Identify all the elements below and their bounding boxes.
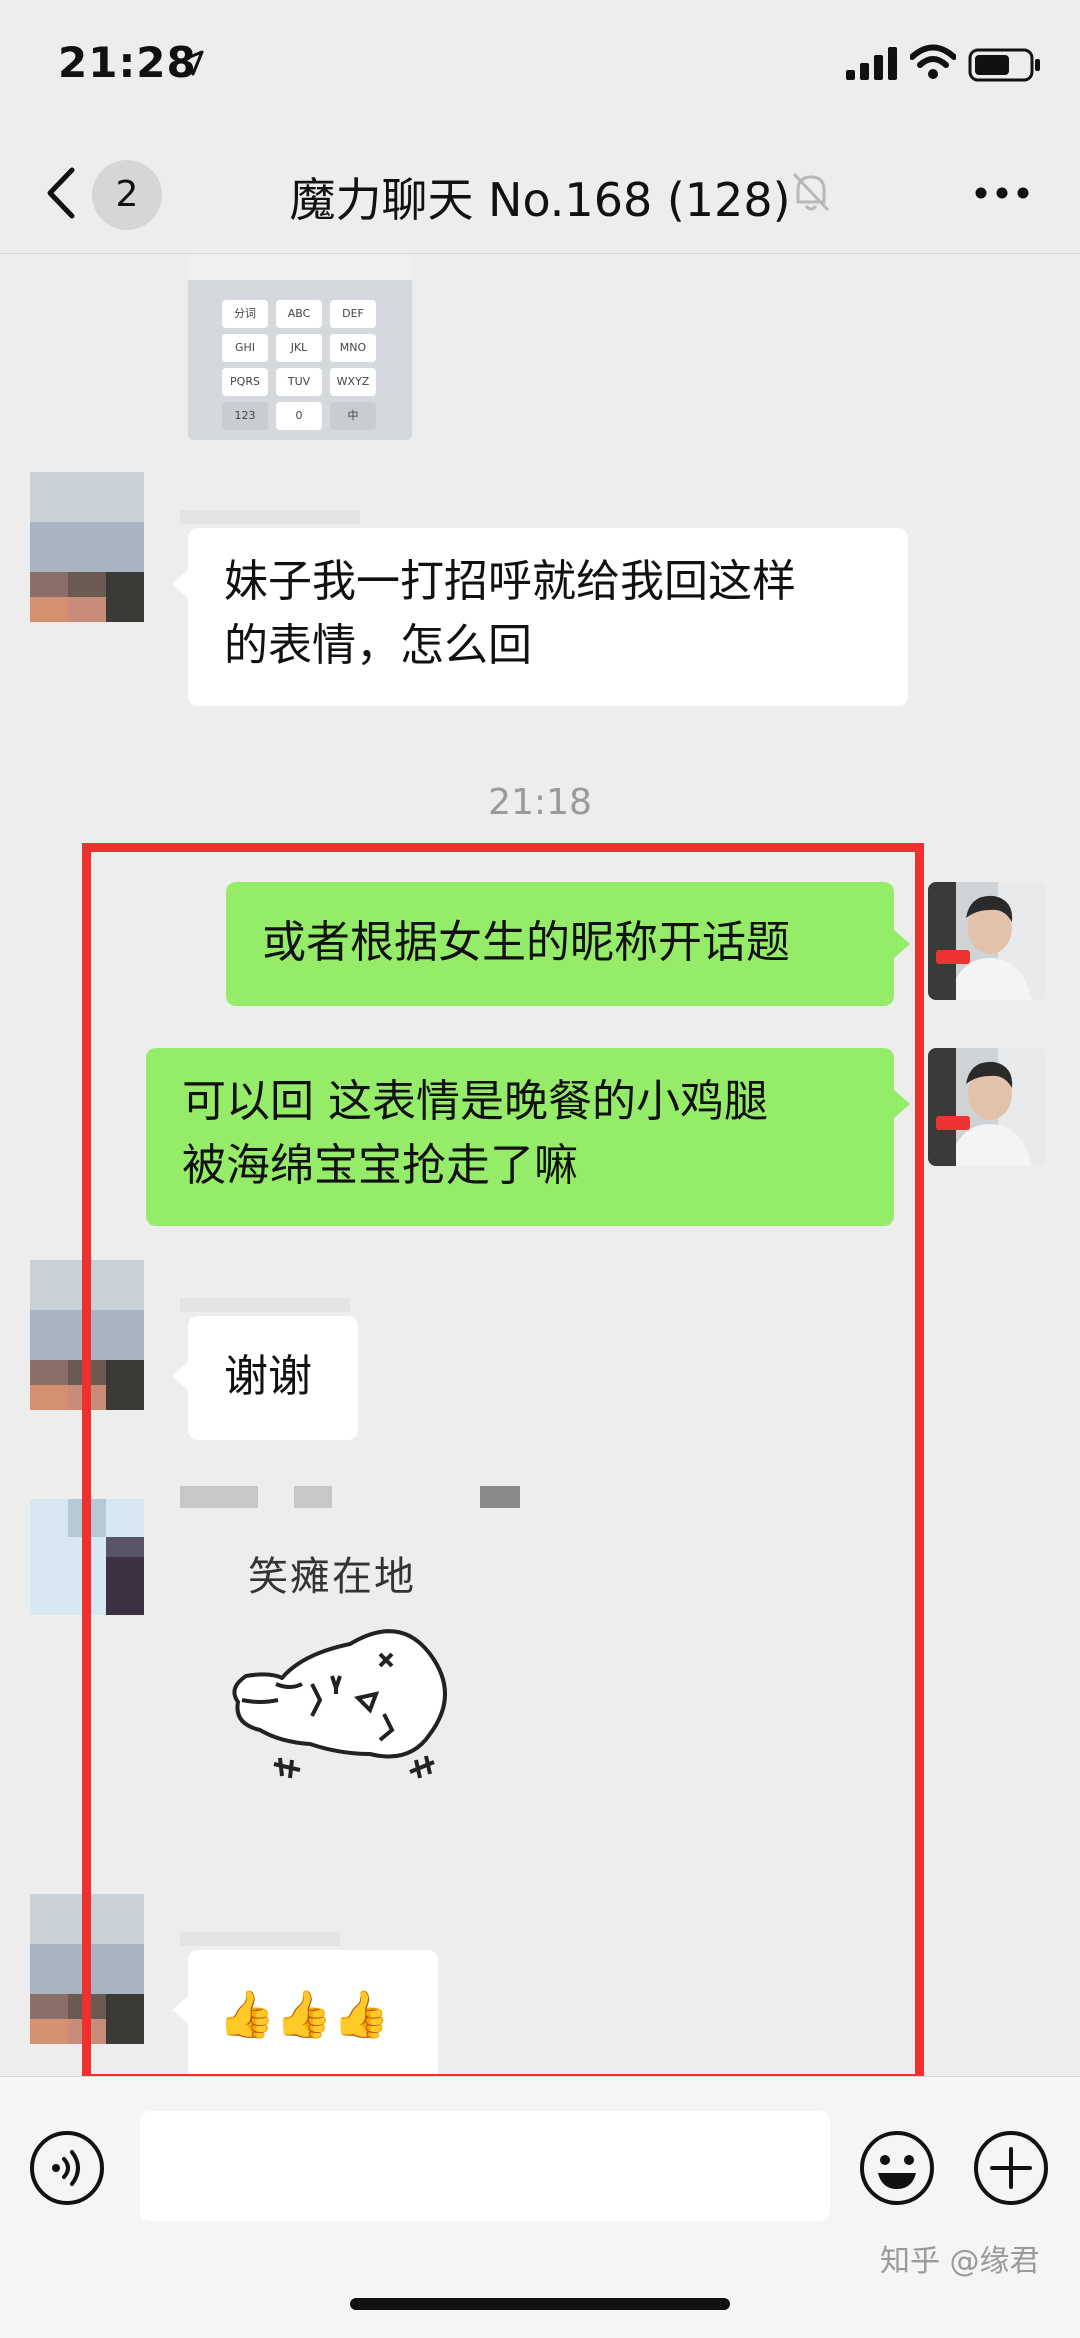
- keyboard-key: JKL: [276, 334, 322, 362]
- highlight-annotation-box: [82, 843, 924, 2083]
- location-arrow-icon: [178, 50, 204, 76]
- message-text: 的表情，怎么回: [224, 620, 532, 671]
- keyboard-key: GHI: [222, 334, 268, 362]
- keyboard-key: DEF: [330, 300, 376, 328]
- more-options-icon[interactable]: [974, 186, 1030, 200]
- my-avatar[interactable]: [928, 1048, 1046, 1166]
- message-bubble[interactable]: 妹子我一打招呼就给我回这样 的表情，怎么回: [188, 528, 908, 706]
- keyboard-key: TUV: [276, 368, 322, 396]
- keyboard-key: ABC: [276, 300, 322, 328]
- cellular-signal-icon: [846, 47, 897, 80]
- status-bar: 21:28: [0, 0, 1080, 130]
- keyboard-key: 0: [276, 402, 322, 430]
- wifi-icon: [910, 44, 956, 79]
- keyboard-key: MNO: [330, 334, 376, 362]
- keyboard-key: 中: [330, 402, 376, 430]
- keyboard-key: PQRS: [222, 368, 268, 396]
- watermark: 知乎 @缘君: [880, 2244, 1040, 2279]
- bubble-tail: [172, 570, 188, 598]
- status-time: 21:28: [58, 38, 197, 87]
- message-text: 妹子我一打招呼就给我回这样: [224, 556, 796, 607]
- avatar[interactable]: [30, 472, 144, 622]
- emoji-icon[interactable]: [858, 2129, 936, 2207]
- chat-title: 魔力聊天 No.168 (128): [289, 173, 791, 227]
- battery-icon: [968, 48, 1040, 82]
- message-input[interactable]: [140, 2111, 830, 2221]
- chat-header: 2 魔力聊天 No.168 (128): [0, 130, 1080, 254]
- my-avatar[interactable]: [928, 882, 1046, 1000]
- mute-bell-icon: [792, 172, 830, 212]
- plus-icon[interactable]: [972, 2129, 1050, 2207]
- timestamp: 21:18: [488, 782, 592, 823]
- keyboard-key: 123: [222, 402, 268, 430]
- voice-input-icon[interactable]: [28, 2129, 106, 2207]
- keyboard-key: 分词: [222, 300, 268, 328]
- keyboard-key: WXYZ: [330, 368, 376, 396]
- sender-name-blurred: [180, 510, 360, 524]
- keyboard-screenshot-image[interactable]: 分词 ABC DEF GHI JKL MNO PQRS TUV WXYZ 123…: [188, 254, 412, 440]
- home-indicator: [350, 2298, 730, 2310]
